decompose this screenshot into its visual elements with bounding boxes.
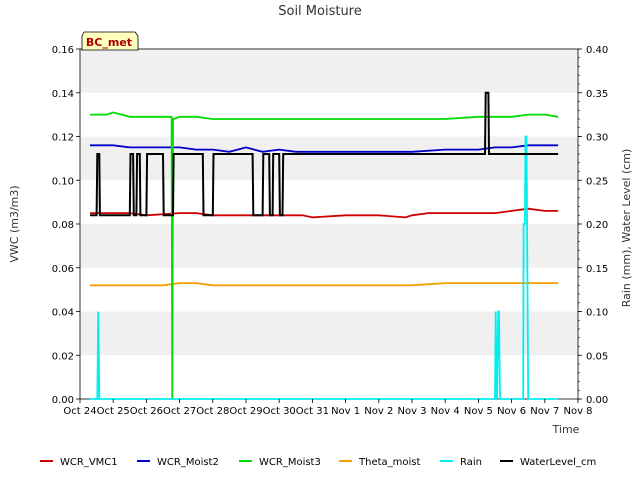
background-band — [80, 49, 578, 93]
y-left-tick-label: 0.16 — [52, 45, 74, 56]
x-tick-label: Nov 5 — [464, 406, 493, 417]
x-tick-label: Oct 24 — [63, 406, 96, 417]
site-label-box: BC_met — [81, 31, 139, 51]
soil-moisture-chart: 0.00 0.02 0.04 0.06 0.08 0.10 0.12 0.14 0.16 0.00… — [8, 4, 633, 468]
legend-label: WCR_VMC1 — [60, 457, 118, 468]
y-right-tick-label: 0.35 — [586, 89, 608, 100]
legend-label: Theta_moist — [358, 457, 420, 468]
x-tick-label: Nov 2 — [364, 406, 393, 417]
legend: WCR_VMC1 WCR_Moist2 WCR_Moist3 Theta_moist R… — [40, 457, 596, 468]
y-left-tick-label: 0.08 — [52, 220, 74, 231]
legend-label: Rain — [460, 457, 482, 468]
y-right-tick-label: 0.40 — [586, 45, 608, 56]
legend-label: WCR_Moist2 — [157, 457, 219, 468]
x-tick-label: Oct 25 — [97, 406, 130, 417]
legend-label: WaterLevel_cm — [520, 457, 596, 468]
background-band — [80, 311, 578, 356]
x-tick-label: Oct 30 — [263, 406, 296, 417]
x-tick-label: Nov 8 — [563, 406, 592, 417]
background-band — [80, 180, 578, 224]
x-tick-label: Nov 7 — [530, 406, 559, 417]
chart-title: Soil Moisture — [278, 4, 362, 19]
y-right-tick-label: 0.00 — [586, 395, 608, 406]
background-band — [80, 136, 578, 181]
y-right-tick-label: 0.30 — [586, 133, 608, 144]
y-left-tick-label: 0.00 — [52, 395, 74, 406]
y-left-tick-label: 0.04 — [52, 308, 74, 319]
x-tick-label: Oct 29 — [229, 406, 262, 417]
y-left-tick-label: 0.10 — [52, 176, 74, 187]
x-tick-label: Nov 3 — [397, 406, 426, 417]
y-right-tick-label: 0.10 — [586, 308, 608, 319]
y-axis-label-right: Rain (mm), Water Level (cm) — [620, 149, 633, 308]
x-tick-label: Nov 6 — [497, 406, 526, 417]
y-left-tick-label: 0.12 — [52, 133, 74, 144]
background-band — [80, 224, 578, 268]
x-tick-label: Nov 4 — [431, 406, 460, 417]
legend-label: WCR_Moist3 — [259, 457, 321, 468]
background-bands — [80, 49, 578, 399]
background-band — [80, 355, 578, 399]
y-right-tick-label: 0.20 — [586, 220, 608, 231]
background-band — [80, 267, 578, 312]
x-tick-label: Oct 27 — [163, 406, 196, 417]
y-axis-label-left: VWC (m3/m3) — [8, 185, 21, 262]
y-right-tick-label: 0.15 — [586, 264, 608, 275]
x-tick-label: Oct 31 — [296, 406, 329, 417]
site-label: BC_met — [86, 36, 132, 49]
x-tick-label: Oct 26 — [130, 406, 163, 417]
y-right-tick-label: 0.25 — [586, 176, 608, 187]
background-band — [80, 92, 578, 137]
y-left-tick-label: 0.02 — [52, 351, 74, 362]
x-tick-label: Oct 28 — [196, 406, 229, 417]
x-tick-label: Nov 1 — [331, 406, 360, 417]
y-right-tick-label: 0.05 — [586, 351, 608, 362]
x-axis-label: Time — [552, 423, 580, 436]
y-left-tick-label: 0.06 — [52, 264, 74, 275]
y-left-tick-label: 0.14 — [52, 89, 74, 100]
